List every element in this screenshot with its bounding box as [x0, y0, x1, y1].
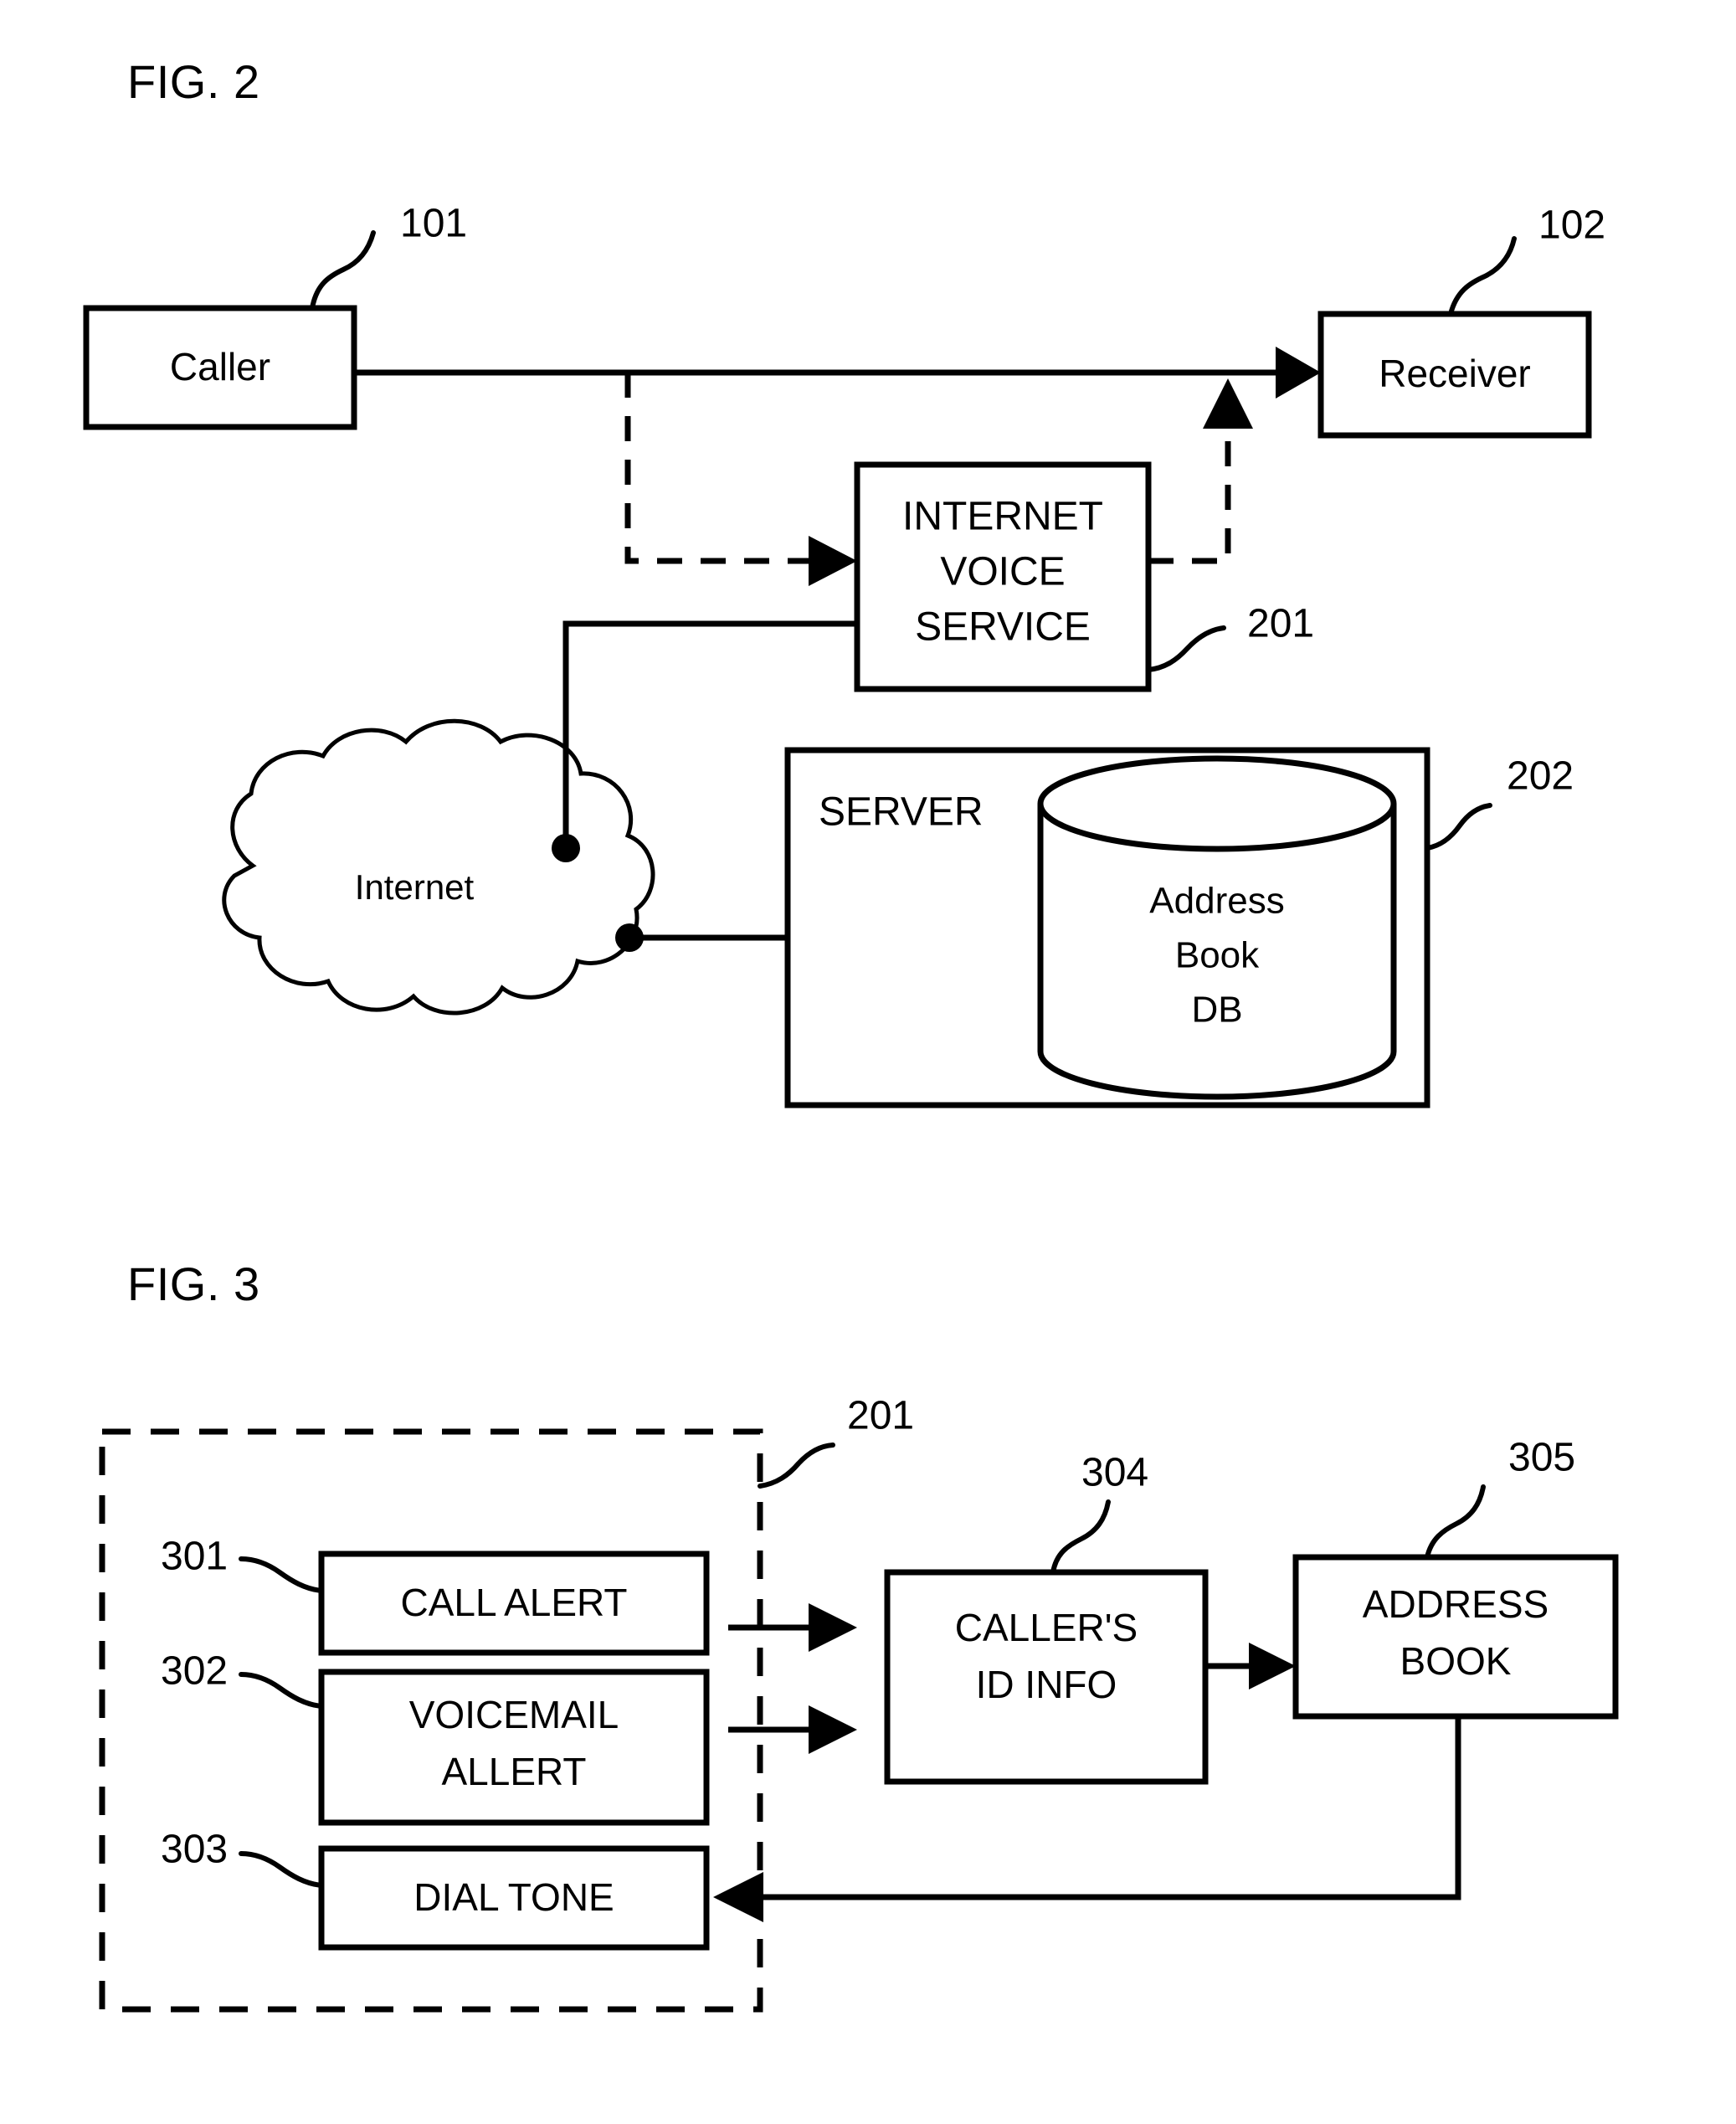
receiver-ref-number: 102 [1538, 203, 1605, 248]
address-book-box[interactable] [1292, 1554, 1619, 1720]
edge-ivs-to-receiver [1148, 378, 1253, 564]
voicemail-alert-edge-arrowhead [809, 1705, 857, 1754]
db-label-line2: Book [1175, 935, 1260, 976]
receiver-label: Receiver [1379, 352, 1531, 395]
internet-cloud-label: Internet [355, 867, 475, 907]
caller-ref-number: 101 [400, 202, 467, 246]
receiver-node[interactable]: Receiver [1317, 311, 1592, 439]
internet-cloud-node[interactable]: Internet [222, 718, 655, 1016]
figure-3: FIG. 3 201 CALL ALERT 301 VOICEMAIL ALLE… [99, 1257, 1619, 2013]
ivs-group-ref-number: 201 [847, 1394, 914, 1438]
callers-id-info-ref-leader [1050, 1499, 1111, 1575]
voicemail-alert-label-line1: VOICEMAIL [409, 1693, 619, 1736]
db-bottom-arc [1037, 1051, 1397, 1100]
figure-2: FIG. 2 Caller 101 Receiver 102 INTERNET … [83, 55, 1605, 1108]
edge-caller-to-ivs [624, 373, 857, 586]
edge-caller-to-receiver [354, 347, 1321, 399]
dial-tone-label: DIAL TONE [413, 1875, 614, 1919]
cloud-ingress-dot [552, 834, 580, 862]
ivs-ref-number: 201 [1247, 602, 1314, 646]
call-alert-node[interactable]: CALL ALERT [318, 1551, 710, 1656]
edge-call-alert-to-callers-id [728, 1603, 857, 1652]
callers-id-address-book-arrowhead [1249, 1643, 1296, 1689]
ivs-label-line1: INTERNET [902, 495, 1103, 539]
call-alert-ref-leader [239, 1556, 324, 1593]
ivs-ref-leader [1146, 625, 1226, 672]
address-book-dial-tone-line [762, 1716, 1461, 1900]
address-book-db-cylinder[interactable]: Address Book DB [1037, 755, 1397, 1100]
callers-id-info-node[interactable]: CALLER'S ID INFO [884, 1569, 1209, 1785]
voicemail-alert-label-line2: ALLERT [441, 1750, 586, 1793]
address-book-label-line2: BOOK [1400, 1639, 1512, 1683]
figure-3-title: FIG. 3 [127, 1257, 260, 1310]
dial-tone-ref-leader [239, 1851, 324, 1888]
dial-tone-ref-number: 303 [161, 1828, 228, 1872]
caller-ref-leader [310, 230, 376, 311]
edge-address-book-to-dial-tone [713, 1716, 1461, 1922]
address-book-label-line1: ADDRESS [1363, 1582, 1549, 1626]
call-alert-ref-number: 301 [161, 1535, 228, 1579]
caller-receiver-arrowhead [1276, 347, 1321, 399]
ivs-label-line2: VOICE [940, 550, 1065, 594]
ivs-label-line3: SERVICE [915, 605, 1091, 650]
address-book-ref-number: 305 [1508, 1436, 1575, 1480]
caller-ivs-dashed-line [624, 373, 819, 564]
call-alert-label: CALL ALERT [400, 1581, 627, 1624]
server-ref-leader [1425, 803, 1492, 851]
server-node[interactable]: SERVER Address Book DB [784, 747, 1430, 1108]
voicemail-alert-ref-leader [239, 1672, 324, 1709]
ivs-group-ref-leader [758, 1443, 835, 1489]
callers-id-info-label-line1: CALLER'S [955, 1606, 1138, 1649]
callers-id-info-label-line2: ID INFO [976, 1663, 1117, 1706]
address-book-node[interactable]: ADDRESS BOOK [1292, 1554, 1619, 1720]
call-alert-edge-arrowhead [809, 1603, 857, 1652]
dial-tone-node[interactable]: DIAL TONE [318, 1845, 710, 1951]
db-label-line3: DB [1191, 990, 1242, 1031]
address-book-dial-tone-arrowhead [713, 1872, 763, 1922]
edge-voicemail-alert-to-callers-id [728, 1705, 857, 1754]
drawing-canvas: FIG. 2 Caller 101 Receiver 102 INTERNET … [83, 55, 1619, 2013]
figure-2-title: FIG. 2 [127, 55, 260, 108]
server-label: SERVER [819, 790, 984, 835]
ivs-receiver-dashed-line [1148, 424, 1231, 564]
caller-ivs-arrowhead [809, 536, 857, 586]
server-ref-number: 202 [1507, 754, 1574, 799]
caller-node[interactable]: Caller [83, 305, 357, 430]
patent-drawing-sheet: FIG. 2 Caller 101 Receiver 102 INTERNET … [0, 0, 1736, 2124]
internet-voice-service-node[interactable]: INTERNET VOICE SERVICE [854, 461, 1152, 692]
db-top-ellipse [1037, 755, 1397, 852]
db-label-line1: Address [1149, 881, 1284, 922]
address-book-ref-leader [1425, 1484, 1486, 1560]
receiver-ref-leader [1448, 236, 1517, 316]
ivs-receiver-arrowhead [1203, 378, 1253, 429]
edge-callers-id-to-address-book [1205, 1643, 1296, 1689]
caller-label: Caller [170, 345, 270, 388]
callers-id-info-ref-number: 304 [1081, 1451, 1148, 1495]
edge-ivs-to-internet [562, 620, 857, 847]
voicemail-alert-node[interactable]: VOICEMAIL ALLERT [318, 1669, 710, 1826]
voicemail-alert-ref-number: 302 [161, 1649, 228, 1694]
